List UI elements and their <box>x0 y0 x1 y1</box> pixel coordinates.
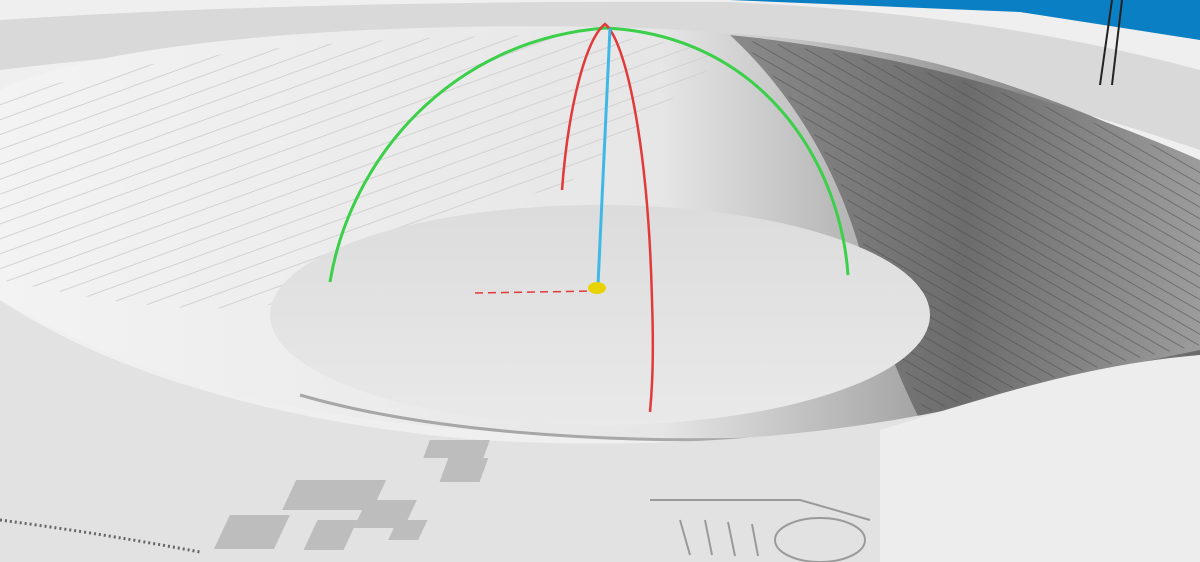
terrain-scene[interactable] <box>0 0 1200 562</box>
3d-viewport[interactable] <box>0 0 1200 562</box>
pivot-handle[interactable] <box>588 282 606 294</box>
